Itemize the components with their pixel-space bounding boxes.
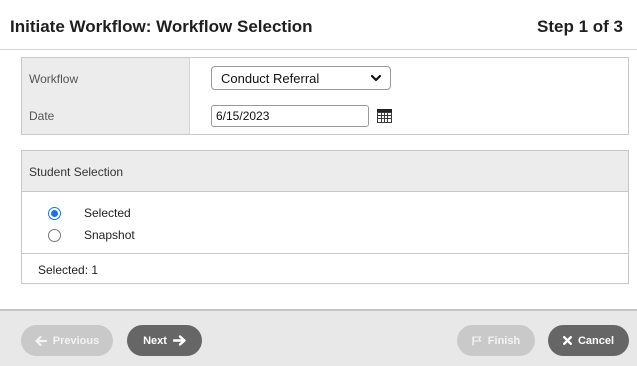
calendar-icon[interactable]: [377, 109, 392, 123]
cancel-button-label: Cancel: [577, 334, 615, 347]
radio-option-snapshot[interactable]: Snapshot: [22, 226, 322, 244]
radio-selected[interactable]: [48, 207, 61, 220]
date-label: Date: [29, 109, 55, 123]
workflow-label: Workflow: [29, 72, 79, 86]
finish-button-label: Finish: [487, 334, 521, 347]
step-indicator: Step 1 of 3: [537, 17, 623, 36]
student-selection-header: Student Selection: [22, 151, 628, 192]
label-column: Workflow Date: [22, 58, 190, 134]
cancel-button[interactable]: Cancel: [548, 325, 629, 356]
flag-icon: [472, 335, 482, 345]
next-button-label: Next: [143, 334, 167, 347]
radio-snapshot-label[interactable]: Snapshot: [84, 228, 135, 242]
finish-button[interactable]: Finish: [457, 325, 535, 356]
radio-option-selected[interactable]: Selected: [22, 204, 322, 222]
student-selection-panel: Student Selection Selected Snapshot Sele…: [21, 150, 629, 284]
workflow-select[interactable]: Conduct Referral: [211, 66, 391, 90]
next-button[interactable]: Next: [127, 325, 202, 356]
workflow-dialog: Initiate Workflow: Workflow Selection St…: [0, 0, 637, 366]
radio-snapshot[interactable]: [48, 229, 61, 242]
date-input[interactable]: 6/15/2023: [211, 105, 369, 127]
close-icon: [562, 336, 572, 345]
chevron-down-icon: [370, 74, 382, 82]
dialog-title: Initiate Workflow: Workflow Selection: [10, 17, 313, 36]
radio-selected-label[interactable]: Selected: [84, 206, 131, 220]
dialog-header: Initiate Workflow: Workflow Selection St…: [0, 0, 637, 50]
previous-button[interactable]: Previous: [21, 325, 113, 356]
dialog-footer: Previous Next Finish Cancel: [0, 309, 637, 366]
selection-summary-row: Selected: 1: [22, 253, 628, 283]
arrow-left-icon: [35, 335, 47, 346]
arrow-right-icon: [172, 335, 186, 346]
selection-summary: Selected: 1: [38, 263, 99, 277]
previous-button-label: Previous: [52, 334, 100, 347]
date-input-value: 6/15/2023: [216, 109, 270, 123]
workflow-params-panel: Workflow Date Conduct Referral 6/15/2023: [21, 57, 629, 135]
student-selection-heading: Student Selection: [29, 165, 124, 179]
workflow-select-value: Conduct Referral: [221, 71, 320, 86]
